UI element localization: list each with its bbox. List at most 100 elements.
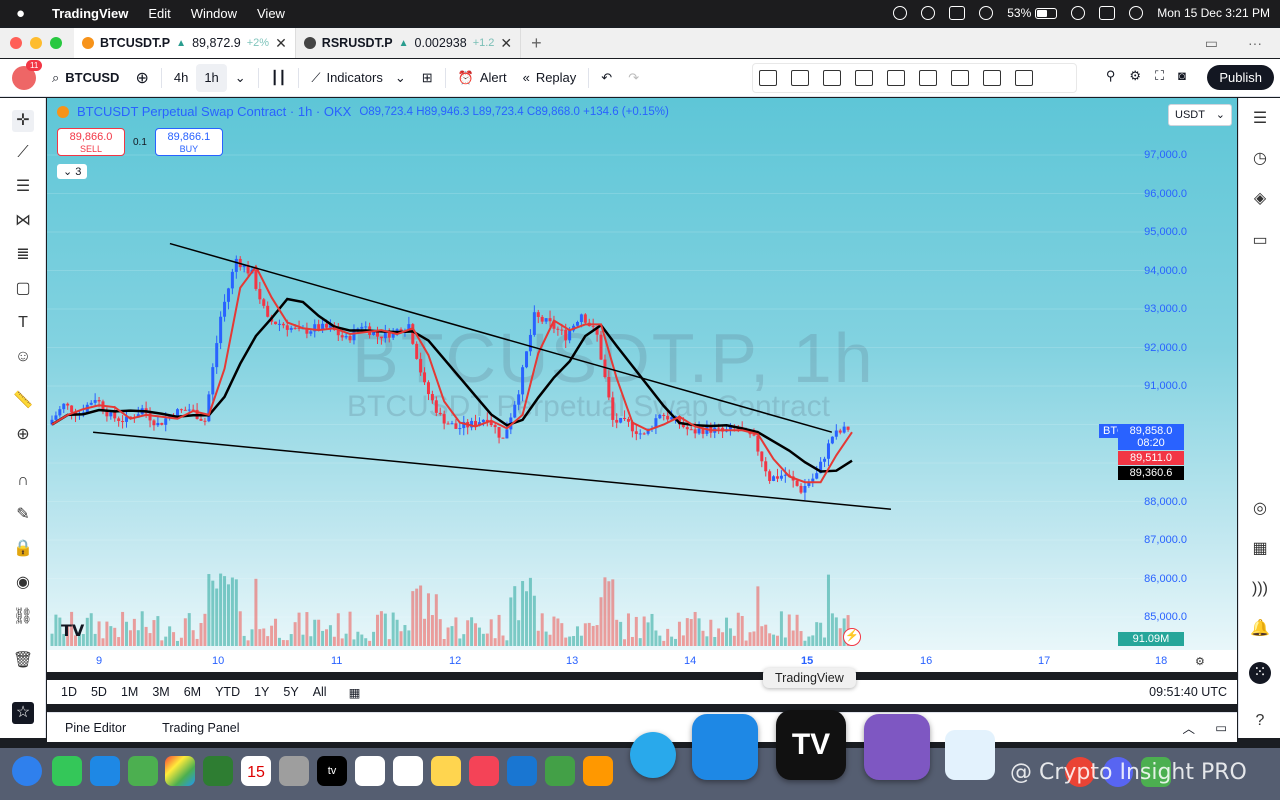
range-6m[interactable]: 6M [184,685,201,699]
safari-icon[interactable] [12,756,42,786]
currency-select[interactable]: USDT ⌄ [1168,104,1232,126]
watchlist-icon[interactable]: ☰ [1249,108,1271,130]
layout-icon[interactable]: ▭ [1205,35,1218,52]
crosshair-icon[interactable]: ✛ [12,110,34,132]
fib-icon[interactable]: ≣ [12,244,34,266]
apple-tv-icon[interactable]: tv [317,756,347,786]
calendar-icon[interactable]: ▦ [1249,538,1271,560]
rectangle-tool-icon[interactable] [759,70,777,86]
lock-icon[interactable]: 🔒 [12,538,34,560]
alerts-clock-icon[interactable]: ◷ [1249,148,1271,170]
link-icon[interactable]: ⛓ [12,606,34,628]
layers-icon[interactable]: ◈ [1249,188,1271,210]
symbol-search-button[interactable]: ⌕ BTCUSD [44,64,127,92]
trend-line-icon[interactable]: ⟋ [12,142,34,164]
redo-button[interactable]: ↷ [620,64,647,92]
star-icon[interactable]: ☆ [12,702,34,724]
interval-dropdown[interactable]: ⌄ [227,64,254,92]
pattern-icon[interactable]: ⋈ [12,210,34,232]
apps-grid-icon[interactable]: ⁙ [1249,662,1271,684]
replay-button[interactable]: « Replay [515,64,585,92]
ruler-icon[interactable]: 📏 [12,390,34,412]
pages-icon[interactable] [583,756,613,786]
undo-button[interactable]: ↶ [593,64,620,92]
help-icon[interactable]: ? [1249,710,1271,732]
utc-clock[interactable]: 09:51:40 UTC [1149,685,1227,699]
text-icon[interactable]: T [12,312,34,334]
messages-icon[interactable] [52,756,82,786]
order-qty[interactable]: 0.1 [133,137,147,148]
close-window-button[interactable] [10,37,22,49]
tab-rsrusdt[interactable]: RSRUSDT.P ▲ 0.002938 +1.2 ✕ [296,28,522,58]
horizontal-ray-icon[interactable] [983,70,1001,86]
range-5d[interactable]: 5D [91,685,107,699]
avatar[interactable]: 11 [12,59,43,90]
horizontal-lines-icon[interactable]: ☰ [12,176,34,198]
lightning-icon[interactable]: ⚡ [843,628,861,646]
publish-button[interactable]: Publish [1207,65,1274,90]
indicators-button[interactable]: ⟋ Indicators ⌄ [303,64,413,92]
music-icon[interactable] [469,756,499,786]
settings-lines-icon[interactable] [1015,70,1033,86]
range-all[interactable]: All [313,685,327,699]
facetime-icon[interactable] [203,756,233,786]
price-range-tool-icon[interactable] [887,70,905,86]
tradingview-logo[interactable]: 𝗧𝗩 [61,621,84,641]
notes-icon[interactable] [431,756,461,786]
legend-title[interactable]: BTCUSDT Perpetual Swap Contract · 1h · O… [77,104,351,119]
close-tab-icon[interactable]: ✕ [275,35,287,52]
app-store-icon[interactable] [692,714,758,780]
templates-button[interactable]: ⊞ [414,64,441,92]
reminders-icon[interactable] [355,756,385,786]
date-range-icon[interactable]: ▦ [349,685,361,700]
camera-icon[interactable]: ◙ [1178,68,1186,84]
range-1d[interactable]: 1D [61,685,77,699]
magnet-icon[interactable]: ∩ [12,470,34,492]
chevron-up-icon[interactable]: ︿ [1182,718,1195,737]
numbers-icon[interactable] [545,756,575,786]
chart-type-button[interactable]: ┃┃ [263,64,295,92]
alert-button[interactable]: ⏰ Alert [450,64,515,92]
trash-icon[interactable]: 🗑 [12,650,34,672]
interval-1h[interactable]: 1h [196,63,227,92]
settings-icon[interactable]: ⚙ [1129,68,1141,84]
indicators-collapse-button[interactable]: ⌄ 3 [57,164,88,179]
stay-in-drawing-icon[interactable]: ✎ [12,504,34,526]
chart-pane[interactable]: BTCUSDT.P, 1h BTCUSDT Perpetual Swap Con… [47,98,1237,650]
siri-icon[interactable] [1129,6,1144,20]
zoom-window-button[interactable] [50,37,62,49]
moon-icon[interactable] [979,6,994,20]
fullscreen-icon[interactable]: ⛶ [1155,68,1164,84]
mail-icon[interactable] [90,756,120,786]
simulator-icon[interactable] [945,730,995,780]
range-5y[interactable]: 5Y [283,685,298,699]
bell-icon[interactable]: 🔔 [1249,618,1271,640]
contacts-icon[interactable] [279,756,309,786]
pine-editor-tab[interactable]: Pine Editor [65,721,126,735]
range-3m[interactable]: 3M [152,685,169,699]
new-tab-icon[interactable]: + [531,33,542,54]
status-app-icon[interactable] [893,6,908,20]
emoji-icon[interactable]: ☺ [12,346,34,368]
more-icon[interactable]: ··· [1248,35,1262,52]
photos-icon[interactable] [165,756,195,786]
wifi-icon[interactable] [1071,6,1086,20]
battery-status[interactable]: 53% [1007,6,1058,20]
menu-edit[interactable]: Edit [148,6,170,21]
menubar-clock[interactable]: Mon 15 Dec 3:21 PM [1157,6,1270,20]
status-app-icon-2[interactable] [921,6,936,20]
maximize-icon[interactable]: ▭ [1215,720,1227,735]
measure-tool-icon[interactable] [951,70,969,86]
range-1m[interactable]: 1M [121,685,138,699]
tab-btcusdt[interactable]: BTCUSDT.P ▲ 89,872.9 +2% ✕ [74,28,296,58]
axis-settings-icon[interactable]: ⚙ [1195,655,1205,668]
app-menu[interactable]: TradingView [52,6,128,21]
eye-icon[interactable]: ◉ [12,572,34,594]
compare-button[interactable]: ⊕ [127,64,156,92]
maps-icon[interactable] [128,756,158,786]
trend-line-tool-icon[interactable] [919,70,937,86]
lines-tool-icon[interactable] [823,70,841,86]
zoom-tool-icon[interactable]: ⚲ [1106,68,1116,84]
crosshair-tool-icon[interactable] [855,70,873,86]
brightness-icon[interactable] [949,6,966,20]
